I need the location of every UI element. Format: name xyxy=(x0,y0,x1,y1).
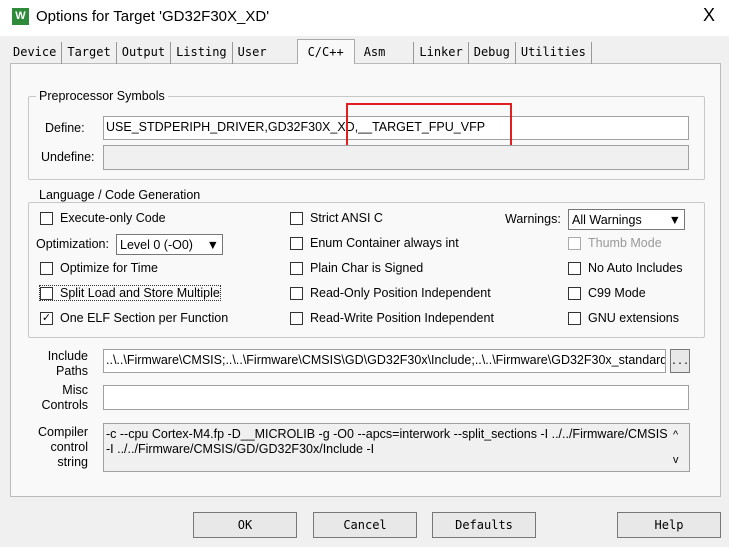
tab-device[interactable]: Device xyxy=(8,42,63,64)
checkbox-label: Split Load and Store Multiple xyxy=(60,286,220,300)
include-browse-button[interactable]: ... xyxy=(670,349,690,373)
scroll-up-icon[interactable]: ^ xyxy=(673,429,678,441)
checkbox-box xyxy=(290,211,303,225)
tab-user[interactable]: User xyxy=(233,42,287,64)
undefine-label: Undefine: xyxy=(41,150,95,164)
checkbox-box xyxy=(568,286,581,300)
misc-controls-label: Misc Controls xyxy=(41,383,88,412)
compiler-control-string: -c --cpu Cortex-M4.fp -D__MICROLIB -g -O… xyxy=(103,423,690,472)
warnings-select[interactable]: All Warnings ▼ xyxy=(568,209,685,230)
tab-linker[interactable]: Linker xyxy=(414,42,469,64)
checkbox-box xyxy=(568,261,581,275)
check-icon: ✓ xyxy=(40,311,53,325)
checkbox-label: One ELF Section per Function xyxy=(60,311,229,325)
optimization-select[interactable]: Level 0 (-O0) ▼ xyxy=(116,234,223,255)
checkbox-label: GNU extensions xyxy=(588,311,680,325)
strict-ansi-checkbox[interactable]: Strict ANSI C xyxy=(290,211,383,225)
warnings-label: Warnings: xyxy=(505,212,561,226)
help-button[interactable]: Help xyxy=(617,512,721,538)
close-icon[interactable]: X xyxy=(703,5,715,26)
checkbox-label: Thumb Mode xyxy=(588,236,662,250)
checkbox-label: Optimize for Time xyxy=(60,261,158,275)
tab-output[interactable]: Output xyxy=(117,42,172,64)
scroll-down-icon[interactable]: v xyxy=(673,454,679,466)
undefine-input[interactable] xyxy=(103,145,689,170)
checkbox-label: C99 Mode xyxy=(588,286,646,300)
checkbox-box xyxy=(290,236,303,250)
checkbox-box xyxy=(40,261,53,275)
tab-listing[interactable]: Listing xyxy=(171,42,233,64)
no-auto-includes-checkbox[interactable]: No Auto Includes xyxy=(568,261,683,275)
defaults-button[interactable]: Defaults xyxy=(432,512,536,538)
checkbox-label: No Auto Includes xyxy=(588,261,683,275)
preprocessor-group-label: Preprocessor Symbols xyxy=(36,89,168,103)
window-title: Options for Target 'GD32F30X_XD' xyxy=(36,8,270,25)
language-group-label: Language / Code Generation xyxy=(36,188,204,202)
ro-pi-checkbox[interactable]: Read-Only Position Independent xyxy=(290,286,491,300)
highlight-box xyxy=(346,103,512,148)
execute-only-checkbox[interactable]: Execute-only Code xyxy=(40,211,166,225)
one-elf-checkbox[interactable]: ✓ One ELF Section per Function xyxy=(40,311,228,325)
cancel-button[interactable]: Cancel xyxy=(313,512,417,538)
checkbox-box xyxy=(40,286,53,300)
include-paths-input[interactable]: ..\..\Firmware\CMSIS;..\..\Firmware\CMSI… xyxy=(103,349,666,373)
tab-debug[interactable]: Debug xyxy=(469,42,516,64)
enum-container-checkbox[interactable]: Enum Container always int xyxy=(290,236,459,250)
c99-mode-checkbox[interactable]: C99 Mode xyxy=(568,286,646,300)
checkbox-box xyxy=(568,236,581,250)
tab-c-cpp[interactable]: C/C++ xyxy=(296,39,355,64)
chevron-down-icon: ▼ xyxy=(206,237,219,252)
thumb-mode-checkbox[interactable]: Thumb Mode xyxy=(568,236,662,250)
split-load-checkbox[interactable]: Split Load and Store Multiple xyxy=(39,285,221,301)
checkbox-label: Execute-only Code xyxy=(60,211,166,225)
chevron-down-icon: ▼ xyxy=(668,212,681,227)
checkbox-box xyxy=(290,261,303,275)
checkbox-label: Plain Char is Signed xyxy=(310,261,424,275)
checkbox-label: Strict ANSI C xyxy=(310,211,383,225)
optimize-time-checkbox[interactable]: Optimize for Time xyxy=(40,261,158,275)
optimization-value: Level 0 (-O0) xyxy=(120,237,193,252)
tab-utilities[interactable]: Utilities xyxy=(516,42,592,64)
checkbox-box xyxy=(290,286,303,300)
define-label: Define: xyxy=(45,121,85,135)
checkbox-box xyxy=(290,311,303,325)
gnu-extensions-checkbox[interactable]: GNU extensions xyxy=(568,311,679,325)
include-paths-label: Include Paths xyxy=(47,349,88,378)
tab-bar: Device Target Output Listing User C/C++ … xyxy=(8,39,592,64)
compiler-control-label: Compiler control string xyxy=(37,425,88,469)
tab-target[interactable]: Target xyxy=(62,42,117,64)
checkbox-label: Read-Only Position Independent xyxy=(310,286,491,300)
checkbox-label: Enum Container always int xyxy=(310,236,459,250)
warnings-value: All Warnings xyxy=(572,212,642,227)
app-icon: W xyxy=(12,8,29,25)
ok-button[interactable]: OK xyxy=(193,512,297,538)
misc-controls-input[interactable] xyxy=(103,385,689,410)
checkbox-box xyxy=(568,311,581,325)
optimization-label: Optimization: xyxy=(36,237,109,251)
checkbox-box xyxy=(40,211,53,225)
checkbox-label: Read-Write Position Independent xyxy=(310,311,494,325)
tab-asm[interactable]: Asm xyxy=(359,42,415,64)
plain-char-checkbox[interactable]: Plain Char is Signed xyxy=(290,261,423,275)
rw-pi-checkbox[interactable]: Read-Write Position Independent xyxy=(290,311,494,325)
